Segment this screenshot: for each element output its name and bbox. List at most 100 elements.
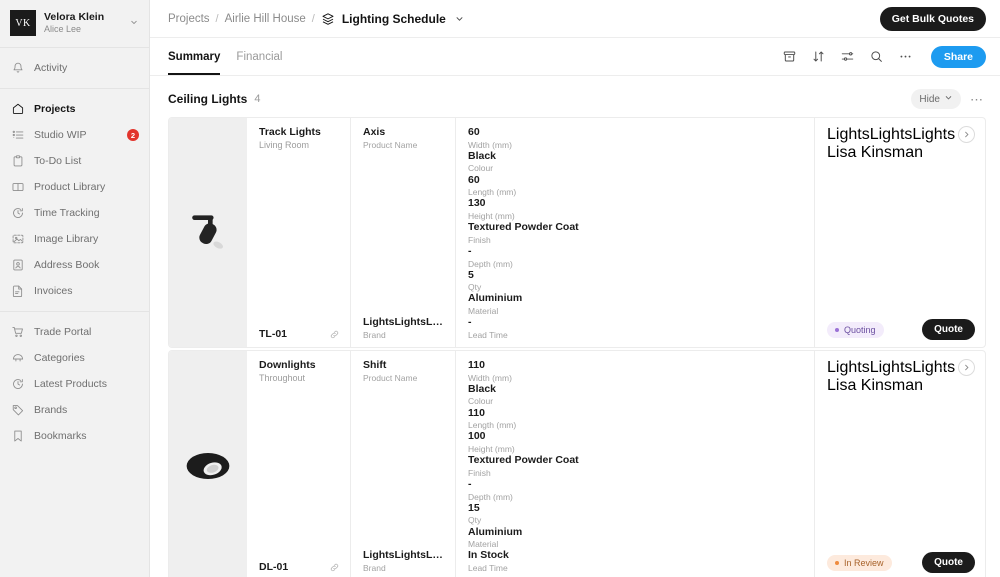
row-more-button[interactable]: ⋯ <box>939 362 952 374</box>
more-icon[interactable] <box>898 49 913 64</box>
col-qty: 5 Qty Aluminium Material <box>468 269 806 317</box>
sidebar-item-time-tracking[interactable]: Time Tracking <box>0 200 149 226</box>
share-button[interactable]: Share <box>930 45 986 68</box>
tag-icon <box>11 403 25 417</box>
room-value: Living Room <box>259 139 310 150</box>
row-expand-chevron-right-icon[interactable] <box>958 359 975 377</box>
cell-supplier: LightsLightsLights Lisa Kinsman ⋯ Quoting Qu… <box>815 118 985 347</box>
cell-supplier: LightsLightsLights Lisa Kinsman ⋯ In Review… <box>815 351 985 577</box>
sidebar-item-trade-portal[interactable]: Trade Portal <box>0 319 149 345</box>
get-bulk-quotes-button[interactable]: Get Bulk Quotes <box>879 6 986 31</box>
description-field: Track Lights Living Room <box>259 126 340 150</box>
supplier-contact: Lisa Kinsman <box>827 377 924 395</box>
sidebar-item-latest-products[interactable]: Latest Products <box>0 371 149 397</box>
book-icon <box>11 180 25 194</box>
supplier-name: LightsLightsLights <box>827 126 956 143</box>
link-icon[interactable] <box>329 562 340 573</box>
row-more-button[interactable]: ⋯ <box>939 129 952 141</box>
colour-label: Colour <box>468 396 494 407</box>
row-actions: ⋯ <box>939 359 975 377</box>
material-field: Aluminium Material <box>468 526 800 550</box>
finish-value: Textured Powder Coat <box>468 221 579 234</box>
cell-product: AxisProduct Name LightsLightsLightsBrand <box>351 118 456 348</box>
breadcrumb-projects[interactable]: Projects <box>168 13 210 25</box>
sidebar-item-label: Studio WIP <box>34 129 87 141</box>
table-row[interactable]: Downlights Throughout DL-01 Shift Product Na… <box>168 350 986 577</box>
home-icon <box>11 102 25 116</box>
tab-financial[interactable]: Financial <box>236 38 282 75</box>
chevron-down-icon <box>944 93 953 105</box>
image-icon <box>11 232 25 246</box>
archive-icon[interactable] <box>782 49 797 64</box>
sidebar-item-invoices[interactable]: Invoices <box>0 278 149 304</box>
sidebar-item-categories[interactable]: Categories <box>0 345 149 371</box>
tabs: Summary Financial <box>168 38 782 75</box>
material-label: Material <box>468 306 499 317</box>
item-code: TL-01 <box>259 328 288 341</box>
supplier-names: LightsLightsLights Lisa Kinsman <box>827 359 955 395</box>
qty-value: 15 <box>468 501 480 514</box>
breadcrumb-project[interactable]: Airlie Hill House <box>225 13 306 25</box>
clock-icon <box>11 377 25 391</box>
status-dot-icon <box>835 327 839 332</box>
sidebar-item-brands[interactable]: Brands <box>0 397 149 423</box>
col-length: 60 Length (mm) <box>468 174 806 198</box>
finish-label: Finish <box>468 234 491 245</box>
sidebar-nav: Activity Projects Studio WIP 2 To-Do List Pro… <box>0 48 149 456</box>
quote-button[interactable]: Quote <box>922 319 975 341</box>
supplier-footer: Quoting Quote <box>827 319 975 341</box>
sidebar-group-1: Projects Studio WIP 2 To-Do List Product Lib… <box>0 89 149 312</box>
layers-icon <box>321 12 335 26</box>
lamp-icon <box>11 351 25 365</box>
user-account-switcher[interactable]: VK Velora Klein Alice Lee <box>0 0 149 48</box>
sidebar-item-label: Product Library <box>34 181 106 193</box>
sidebar-item-projects[interactable]: Projects <box>0 96 149 122</box>
material-field: Aluminium Material <box>468 292 800 316</box>
sidebar-item-bookmarks[interactable]: Bookmarks <box>0 423 149 449</box>
table-row[interactable]: Track Lights Living Room TL-01 Axis Product … <box>168 117 986 349</box>
quote-button[interactable]: Quote <box>922 552 975 574</box>
section-more-button[interactable]: ⋯ <box>961 93 986 106</box>
search-icon[interactable] <box>869 49 884 64</box>
finish-label: Finish <box>468 467 491 478</box>
sort-icon[interactable] <box>811 49 826 64</box>
sidebar-item-to-do-list[interactable]: To-Do List <box>0 148 149 174</box>
product-name-field: Shift Product Name <box>363 359 445 383</box>
item-code: DL-01 <box>259 561 289 574</box>
toolbar-icons: Share <box>782 45 986 68</box>
breadcrumb-separator-2: / <box>311 12 315 25</box>
status-label: Quoting <box>844 324 876 335</box>
sidebar-item-label: To-Do List <box>34 155 82 167</box>
width-label: Width (mm) <box>468 139 512 150</box>
sidebar-item-label: Latest Products <box>34 378 107 390</box>
section-title: Ceiling Lights <box>168 92 248 106</box>
topbar: Projects / Airlie Hill House / Lighting … <box>150 0 1000 38</box>
lead-time-field: - Lead Time <box>468 316 800 340</box>
finish-value: Textured Powder Coat <box>468 454 579 467</box>
link-icon[interactable] <box>329 329 340 340</box>
tabs-bar: Summary Financial Share <box>150 38 1000 76</box>
sidebar-item-address-book[interactable]: Address Book <box>0 252 149 278</box>
sidebar-item-product-library[interactable]: Product Library <box>0 174 149 200</box>
height-field: 100 Height (mm) <box>468 430 800 454</box>
length-value: 110 <box>468 406 485 419</box>
section-hide-button[interactable]: Hide <box>911 89 961 109</box>
row-expand-chevron-right-icon[interactable] <box>958 126 975 143</box>
filter-icon[interactable] <box>840 49 855 64</box>
sidebar-item-activity[interactable]: Activity <box>0 55 149 81</box>
sidebar-item-studio-wip[interactable]: Studio WIP 2 <box>0 122 149 148</box>
breadcrumb-chevron-down-icon[interactable] <box>454 13 465 24</box>
width-field: 110 Width (mm) <box>468 359 800 383</box>
description-value: Downlights <box>259 359 316 372</box>
height-label: Height (mm) <box>468 210 515 221</box>
tab-summary[interactable]: Summary <box>168 38 221 75</box>
col-width: 110 Width (mm) Black Colour <box>468 359 806 407</box>
product-name-value: Shift <box>363 359 387 372</box>
supplier-header: LightsLightsLights Lisa Kinsman ⋯ <box>827 359 975 395</box>
sidebar-item-image-library[interactable]: Image Library <box>0 226 149 252</box>
bookmark-icon <box>11 429 25 443</box>
colour-field: Black Colour <box>468 383 800 407</box>
avatar: VK <box>10 10 36 36</box>
schedule-list: Ceiling Lights 4 Hide ⋯ Track Lights Living R… <box>150 76 1000 577</box>
user-subname: Alice Lee <box>44 23 82 34</box>
